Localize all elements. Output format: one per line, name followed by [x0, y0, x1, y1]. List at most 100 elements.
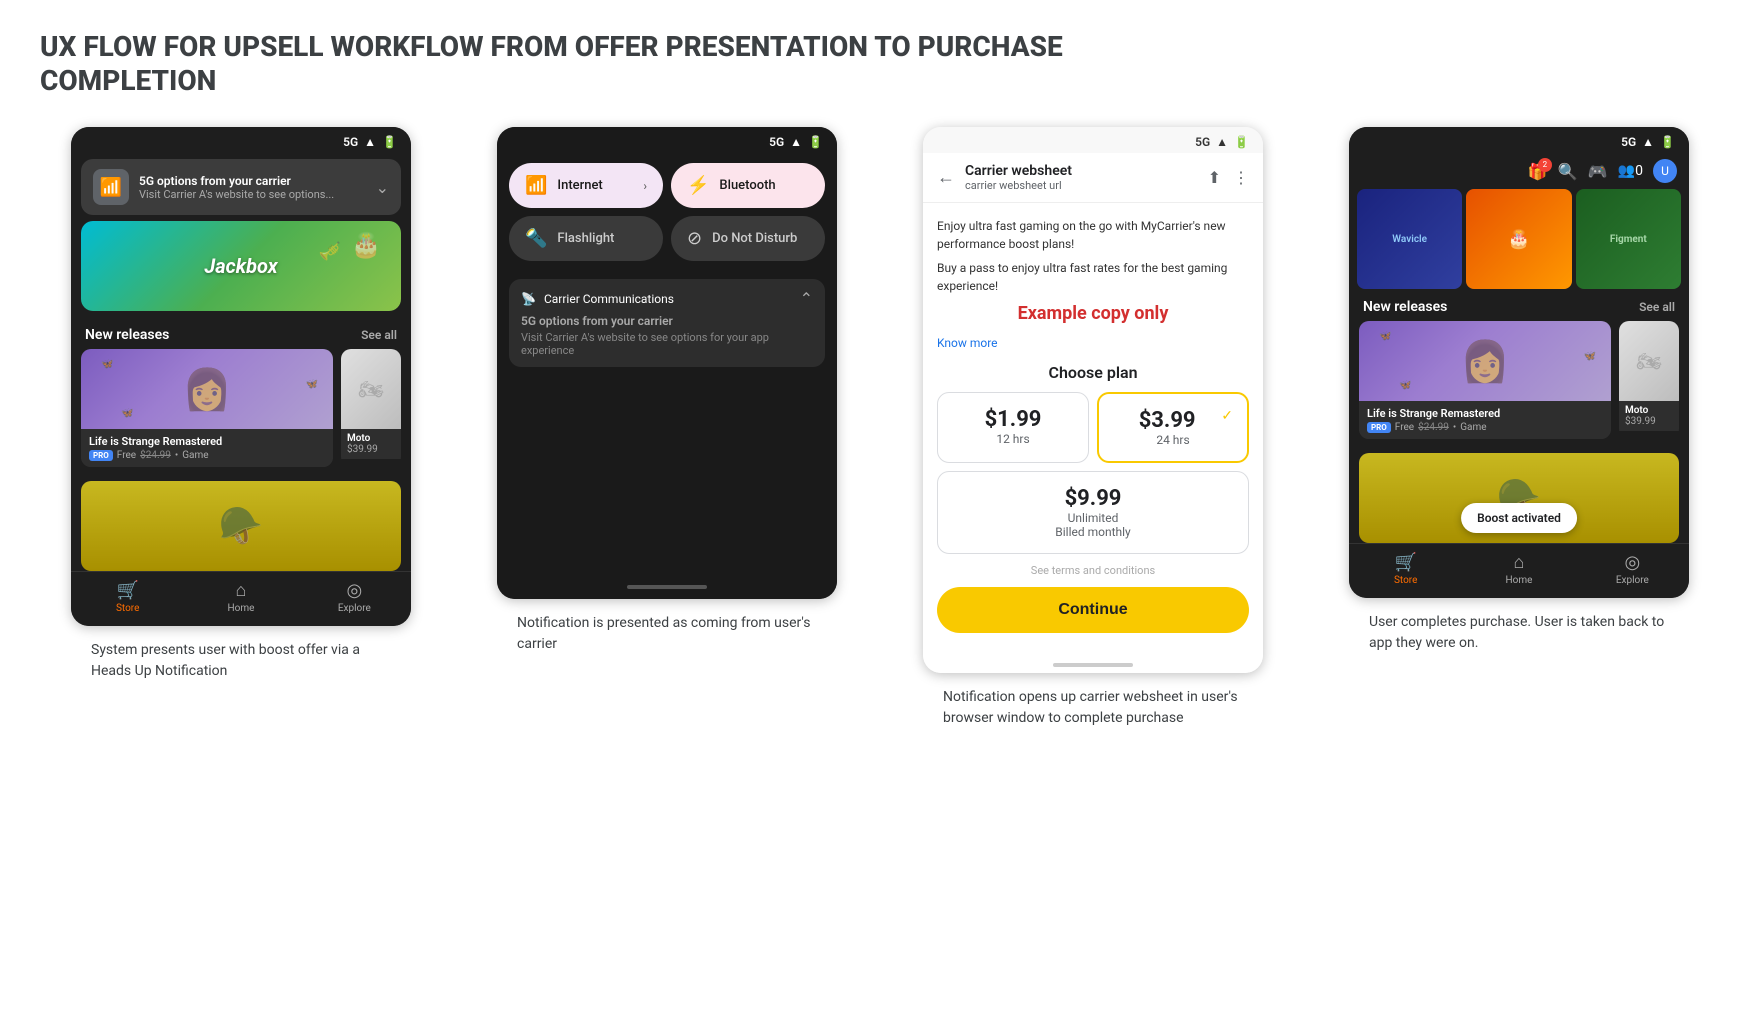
game-card-info-moto-1: Moto $39.99 — [341, 429, 401, 459]
search-icon-4[interactable]: 🔍 — [1558, 162, 1578, 181]
plan-price-199: $1.99 — [952, 407, 1074, 432]
game-type-4: Game — [1460, 422, 1486, 433]
notification-banner-1[interactable]: 📶 5G options from your carrier Visit Car… — [81, 159, 401, 215]
game-card-img-lis-1: 👩 🦋 🦋 🦋 — [81, 349, 333, 429]
hero-area-4: Wavicle 🎂 Figment — [1349, 189, 1689, 289]
game-cards-row-4: 👩 🦋 🦋 🦋 Life is Strange Remastered PRO F… — [1349, 321, 1689, 449]
battery-icon-1: 🔋 — [382, 135, 397, 149]
hero-banner-1: Jackbox 🎂 🎺 — [81, 221, 401, 311]
phone-frame-4: 5G ▲ 🔋 🎁 2 🔍 🎮 👥0 U Wavicle 🎂 Figment — [1349, 127, 1689, 598]
game-price-free-1: Free — [117, 450, 136, 461]
notif-text-1: 5G options from your carrier Visit Carri… — [139, 174, 366, 201]
plan-card-399[interactable]: ✓ $3.99 24 hrs — [1097, 392, 1249, 463]
qs-tile-bluetooth[interactable]: ⚡ Bluetooth — [671, 163, 825, 208]
status-5g-1: 5G — [343, 135, 358, 149]
body-copy-3: Enjoy ultra fast gaming on the go with M… — [937, 217, 1249, 253]
qs-tile-internet-label: Internet — [557, 178, 602, 193]
screen-4-col: 5G ▲ 🔋 🎁 2 🔍 🎮 👥0 U Wavicle 🎂 Figment — [1318, 127, 1720, 654]
websheet-body-3: Enjoy ultra fast gaming on the go with M… — [923, 203, 1263, 657]
gift-icon-container: 🎁 2 — [1528, 162, 1548, 181]
status-bar-2: 5G ▲ 🔋 — [497, 127, 837, 153]
choose-plan-label: Choose plan — [937, 363, 1249, 382]
game-card-img-moto-4: 🏍 — [1619, 321, 1679, 401]
game-price-moto-4: $39.99 — [1625, 416, 1673, 427]
game-card-moto-1[interactable]: 🏍 Moto $39.99 — [341, 349, 401, 467]
carrier-notif-2[interactable]: 📡 Carrier Communications ⌃ 5G options fr… — [509, 279, 825, 367]
game-type-1: Game — [182, 450, 208, 461]
explore-icon-4: ◎ — [1624, 552, 1640, 573]
qs-tile-internet[interactable]: 📶 Internet › — [509, 163, 663, 208]
websheet-title-group: Carrier websheet carrier websheet url — [965, 163, 1072, 192]
chevron-up-icon: ⌃ — [800, 289, 813, 308]
qs-tiles-2: 📶 Internet › ⚡ Bluetooth 🔦 Flashlight ⊘ … — [497, 153, 837, 271]
game-title-moto-1: Moto — [347, 433, 395, 444]
terms-label[interactable]: See terms and conditions — [937, 564, 1249, 577]
carrier-notif-header-2: 📡 Carrier Communications ⌃ — [521, 289, 813, 308]
notif-icon-1: 📶 — [93, 169, 129, 205]
dnd-icon: ⊘ — [687, 228, 702, 249]
nav-label-store-1: Store — [116, 603, 139, 614]
plan-price-999: $9.99 — [952, 486, 1234, 511]
game-meta-lis-1: PRO Free $24.99 • Game — [89, 450, 325, 461]
nav-home-4[interactable]: ⌂ Home — [1462, 552, 1575, 586]
caption-3: Notification opens up carrier websheet i… — [943, 687, 1243, 729]
home-pill-2 — [497, 575, 837, 599]
more-icon-3[interactable]: ⋮ — [1233, 168, 1249, 187]
websheet-header-3: ← Carrier websheet carrier websheet url … — [923, 153, 1263, 203]
status-5g-3: 5G — [1195, 135, 1210, 149]
store-icon-4: 🛒 — [1394, 552, 1416, 573]
battery-icon-2: 🔋 — [808, 135, 823, 149]
section-title-1: New releases — [85, 327, 169, 343]
pro-badge-lis-4: PRO — [1367, 422, 1391, 433]
plan-card-199[interactable]: $1.99 12 hrs — [937, 392, 1089, 463]
back-btn-3[interactable]: ← — [937, 167, 955, 188]
top-bar-4: 🎁 2 🔍 🎮 👥0 U — [1349, 153, 1689, 189]
plan-card-999[interactable]: $9.99 Unlimited Billed monthly — [937, 471, 1249, 554]
qs-tile-flashlight-label: Flashlight — [557, 231, 614, 246]
nav-explore-4[interactable]: ◎ Explore — [1576, 552, 1689, 586]
nav-explore-1[interactable]: ◎ Explore — [298, 580, 411, 614]
plan-options-3: $1.99 12 hrs ✓ $3.99 24 hrs — [937, 392, 1249, 463]
carrier-notif-title-2: 📡 Carrier Communications — [521, 292, 674, 306]
explore-icon-1: ◎ — [346, 580, 362, 601]
page-title: UX FLOW FOR UPSELL WORKFLOW FROM OFFER P… — [40, 30, 1240, 97]
gamepad-icon-4[interactable]: 🎮 — [1588, 162, 1608, 181]
section-header-1: New releases See all — [71, 317, 411, 349]
game-meta-lis-4: PRO Free $24.99 • Game — [1367, 422, 1603, 433]
websheet-icons-3: ⬆ ⋮ — [1208, 168, 1249, 187]
phone-frame-3: 5G ▲ 🔋 ← Carrier websheet carrier webshe… — [923, 127, 1263, 673]
caption-1: System presents user with boost offer vi… — [91, 640, 391, 682]
status-bar-4: 5G ▲ 🔋 — [1349, 127, 1689, 153]
game-card-info-lis-4: Life is Strange Remastered PRO Free $24.… — [1359, 401, 1611, 439]
game-card-moto-4[interactable]: 🏍 Moto $39.99 — [1619, 321, 1679, 439]
people-icon-4: 👥0 — [1618, 163, 1643, 179]
checkmark-icon: ✓ — [1221, 408, 1233, 424]
plan-price-399: $3.99 — [1113, 408, 1233, 433]
carrier-notif-sub-2: Visit Carrier A's website to see options… — [521, 331, 813, 357]
share-icon-3[interactable]: ⬆ — [1208, 168, 1221, 187]
bottom-banner-1: 🪖 — [81, 481, 401, 571]
user-avatar-4[interactable]: U — [1653, 159, 1677, 183]
phone-frame-1: 5G ▲ 🔋 📶 5G options from your carrier Vi… — [71, 127, 411, 626]
status-bar-1: 5G ▲ 🔋 — [71, 127, 411, 153]
nav-label-explore-4: Explore — [1616, 575, 1649, 586]
nav-home-1[interactable]: ⌂ Home — [184, 580, 297, 614]
bottom-nav-4: 🛒 Store ⌂ Home ◎ Explore — [1349, 543, 1689, 598]
qs-tile-flashlight[interactable]: 🔦 Flashlight — [509, 216, 663, 261]
signal-icon-3: ▲ — [1216, 135, 1228, 149]
see-all-4[interactable]: See all — [1639, 300, 1675, 314]
nav-label-explore-1: Explore — [338, 603, 371, 614]
know-more-link-3[interactable]: Know more — [937, 336, 998, 350]
nav-store-1[interactable]: 🛒 Store — [71, 580, 184, 614]
screens-container: 5G ▲ 🔋 📶 5G options from your carrier Vi… — [40, 127, 1720, 729]
bottom-nav-1: 🛒 Store ⌂ Home ◎ Explore — [71, 571, 411, 626]
continue-button[interactable]: Continue — [937, 587, 1249, 633]
home-pill-3 — [923, 657, 1263, 673]
game-title-lis-4: Life is Strange Remastered — [1367, 407, 1603, 420]
game-card-lis-1[interactable]: 👩 🦋 🦋 🦋 Life is Strange Remastered PRO F… — [81, 349, 333, 467]
nav-store-4[interactable]: 🛒 Store — [1349, 552, 1462, 586]
game-card-lis-4[interactable]: 👩 🦋 🦋 🦋 Life is Strange Remastered PRO F… — [1359, 321, 1611, 439]
qs-tile-dnd[interactable]: ⊘ Do Not Disturb — [671, 216, 825, 261]
see-all-1[interactable]: See all — [361, 328, 397, 342]
game-title-lis-1: Life is Strange Remastered — [89, 435, 325, 448]
